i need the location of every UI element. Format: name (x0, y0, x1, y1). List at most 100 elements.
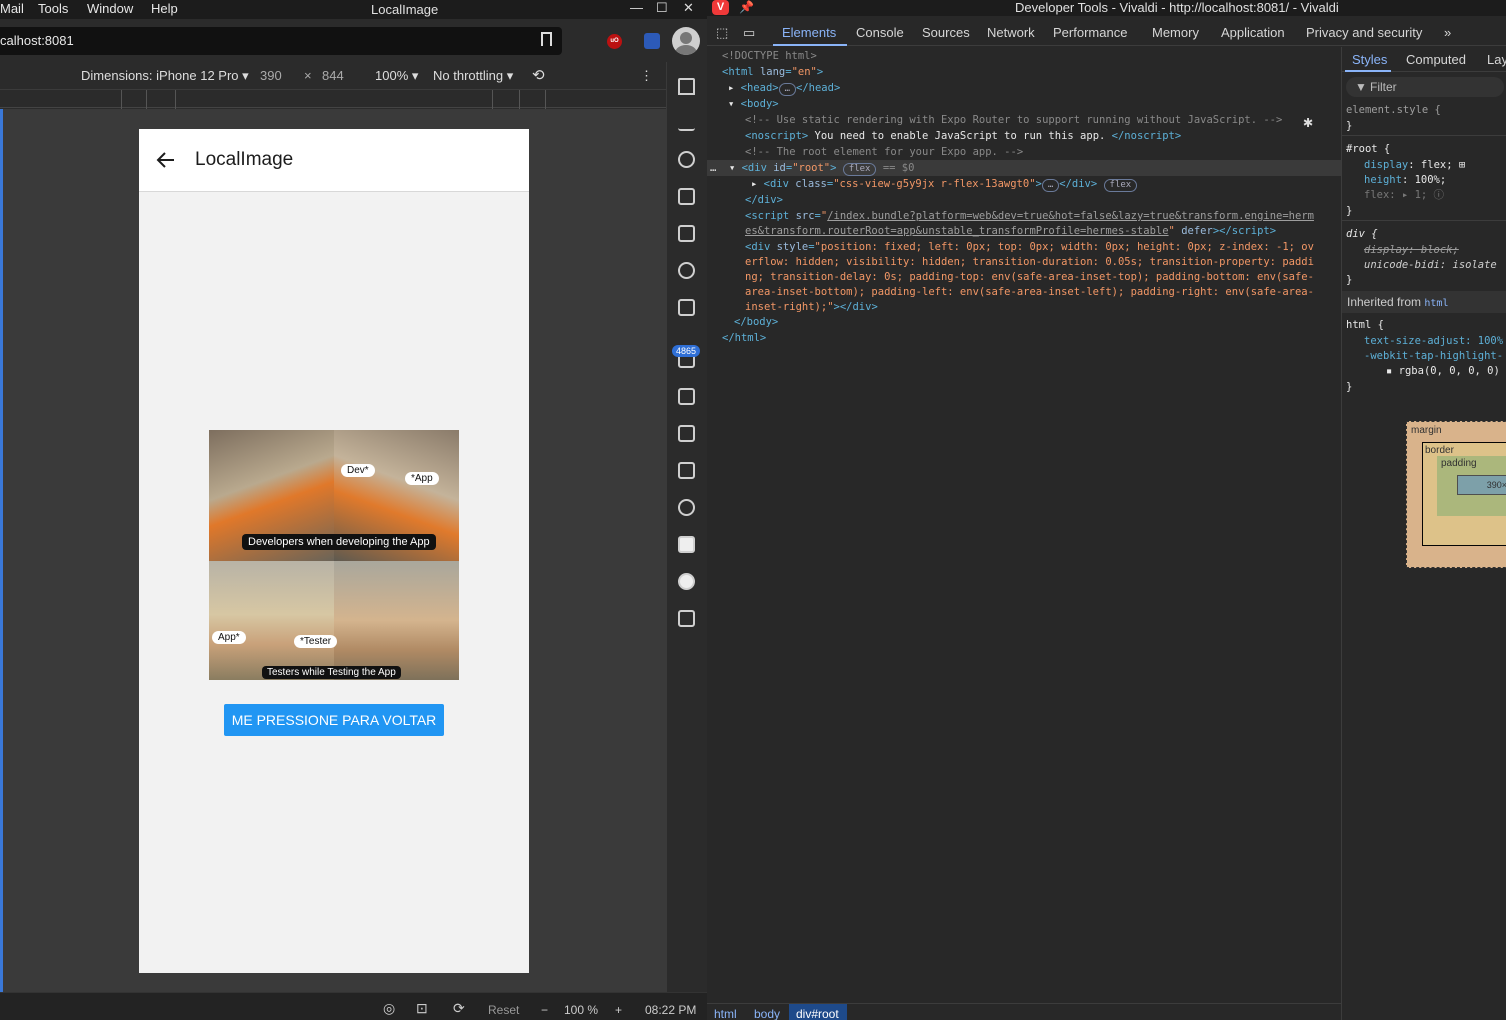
style-div-line-2[interactable]: erflow: hidden; visibility: hidden; tran… (745, 255, 1314, 270)
root-display-prop[interactable]: display: flex; ⊞ (1364, 158, 1465, 173)
height-input[interactable]: 844 (322, 68, 344, 83)
script-line[interactable]: <script src="/index.bundle?platform=web&… (745, 209, 1314, 224)
style-div-line-4[interactable]: area-inset-bottom); padding-left: env(sa… (745, 285, 1314, 300)
profile-avatar[interactable] (672, 27, 700, 55)
accessibility-icon[interactable]: ✱ (1297, 111, 1319, 133)
contacts-icon[interactable] (678, 388, 695, 405)
inspect-icon[interactable]: ⬚ (716, 25, 728, 41)
root-div-line[interactable]: … ▾ <div id="root"> flex == $0 (710, 161, 914, 176)
comment-root-element[interactable]: <!-- The root element for your Expo app.… (745, 145, 1023, 160)
wikipedia-icon[interactable] (678, 536, 695, 553)
body-close-line[interactable]: </body> (734, 315, 778, 330)
page-actions-icon[interactable]: ⟳ (453, 1000, 465, 1017)
child-div-line[interactable]: ▸ <div class="css-view-g5y9jx r-flex-13a… (751, 177, 1138, 192)
add-panel-icon[interactable] (678, 610, 695, 627)
calendar-icon[interactable] (678, 188, 695, 205)
throttling-select[interactable]: No throttling ▾ (433, 68, 513, 84)
style-div-line[interactable]: <div style="position: fixed; left: 0px; … (745, 240, 1314, 255)
zoom-select[interactable]: 100% ▾ (375, 68, 418, 84)
back-button[interactable]: ME PRESSIONE PARA VOLTAR (224, 704, 444, 736)
device-toggle-icon[interactable]: ▭ (743, 25, 755, 41)
openlibrary-icon[interactable] (678, 573, 695, 590)
root-rule-selector[interactable]: #root { (1346, 142, 1390, 157)
title-bar: Mail Tools Window Help LocalImage — ☐ ✕ (0, 0, 707, 19)
rotate-icon[interactable]: ⟲ (532, 66, 545, 84)
element-style-rule[interactable]: element.style { (1346, 103, 1441, 118)
menu-window[interactable]: Window (87, 1, 133, 16)
tasks-icon[interactable] (678, 462, 695, 479)
mail-count-badge: 4865 (672, 345, 701, 357)
html-close-line[interactable]: </html> (722, 331, 766, 346)
div-rule-selector[interactable]: div { (1346, 227, 1378, 242)
doctype-line[interactable]: <!DOCTYPE html> (722, 49, 817, 64)
root-div-close[interactable]: </div> (745, 193, 783, 208)
tab-computed[interactable]: Computed (1406, 52, 1466, 67)
divider (1342, 135, 1506, 136)
pin-icon[interactable]: 📌 (739, 0, 754, 14)
tab-elements[interactable]: Elements (782, 25, 836, 40)
style-div-line-5[interactable]: inset-right);"></div> (745, 300, 878, 315)
root-flex-prop[interactable]: flex: ▸ 1; ⓘ (1364, 188, 1444, 203)
media-query-bar[interactable] (0, 89, 666, 109)
menu-help[interactable]: Help (151, 1, 178, 16)
tab-sources[interactable]: Sources (922, 25, 970, 40)
zoom-in-icon[interactable]: + (615, 1003, 622, 1017)
noscript-line[interactable]: <noscript> You need to enable JavaScript… (745, 129, 1181, 144)
bitwarden-icon[interactable] (644, 33, 660, 49)
width-input[interactable]: 390 (260, 68, 282, 83)
address-bar[interactable]: calhost:8081 (0, 27, 562, 55)
html-tap-highlight-prop[interactable]: -webkit-tap-highlight- (1364, 349, 1503, 364)
tab-memory[interactable]: Memory (1152, 25, 1199, 40)
calendar2-icon[interactable] (678, 425, 695, 442)
style-div-line-3[interactable]: ng; transition-delay: 0s; padding-top: e… (745, 270, 1314, 285)
more-tabs-icon[interactable]: » (1444, 25, 1451, 40)
html-rule-selector[interactable]: html { (1346, 318, 1384, 333)
more-options-icon[interactable]: ⋮ (640, 68, 653, 84)
tile-icon[interactable]: ⊡ (416, 1000, 428, 1017)
script-line-cont[interactable]: es&transform.routerRoot=app&unstable_tra… (745, 224, 1276, 239)
head-line[interactable]: ▸ <head>… </head> (728, 81, 840, 96)
tab-network[interactable]: Network (987, 25, 1035, 40)
body-open-line[interactable]: ▾ <body> (728, 97, 779, 112)
back-arrow-icon[interactable] (155, 149, 177, 171)
crumb-html[interactable]: html (714, 1007, 737, 1020)
tab-layout[interactable]: Lay (1487, 52, 1506, 67)
zoom-out-icon[interactable]: − (541, 1003, 548, 1017)
zoom-reset[interactable]: Reset (488, 1003, 519, 1017)
div-display-prop[interactable]: display: block; (1364, 243, 1459, 258)
div-unicode-bidi-prop[interactable]: unicode-bidi: isolate (1364, 258, 1497, 273)
history-icon[interactable] (678, 151, 695, 168)
feeds-icon[interactable] (678, 499, 695, 516)
reading-list-icon[interactable] (678, 262, 695, 279)
menu-tools[interactable]: Tools (38, 1, 68, 16)
comment-static-rendering[interactable]: <!-- Use static rendering with Expo Rout… (745, 113, 1282, 128)
translate-icon[interactable] (678, 225, 695, 242)
tab-privacy-security[interactable]: Privacy and security (1306, 25, 1422, 40)
element-style-close: } (1346, 120, 1353, 132)
tab-console[interactable]: Console (856, 25, 904, 40)
root-height-prop[interactable]: height: 100%; (1364, 173, 1446, 188)
minimize-icon[interactable]: — (630, 0, 643, 15)
notes-icon[interactable] (678, 299, 695, 316)
maximize-icon[interactable]: ☐ (656, 0, 668, 16)
url-text[interactable]: calhost:8081 (0, 33, 74, 48)
ublock-icon[interactable]: uO (607, 34, 622, 49)
bookmark-icon[interactable] (541, 32, 552, 46)
downloads-icon[interactable] (678, 114, 695, 131)
html-tap-value[interactable]: ▪ rgba(0, 0, 0, 0) (1386, 364, 1500, 379)
styles-pane: Styles Computed Lay ▼ Filter element.styl… (1341, 47, 1506, 1020)
html-text-size-prop[interactable]: text-size-adjust: 100% (1364, 334, 1503, 349)
dimensions-select[interactable]: Dimensions: iPhone 12 Pro ▾ (81, 68, 249, 84)
tab-application[interactable]: Application (1221, 25, 1285, 40)
crumb-root[interactable]: div#root (796, 1007, 839, 1020)
html-open-line[interactable]: <html lang="en"> (722, 65, 823, 80)
capture-icon[interactable]: ◎ (383, 1000, 395, 1017)
dom-breadcrumb: html body div#root (707, 1003, 1341, 1020)
menu-mail[interactable]: Mail (0, 1, 24, 16)
bookmarks-icon[interactable] (678, 78, 695, 95)
tab-performance[interactable]: Performance (1053, 25, 1127, 40)
styles-filter-input[interactable]: ▼ Filter (1346, 77, 1504, 97)
tab-styles[interactable]: Styles (1352, 52, 1387, 67)
crumb-body[interactable]: body (754, 1007, 780, 1020)
close-icon[interactable]: ✕ (683, 0, 694, 16)
